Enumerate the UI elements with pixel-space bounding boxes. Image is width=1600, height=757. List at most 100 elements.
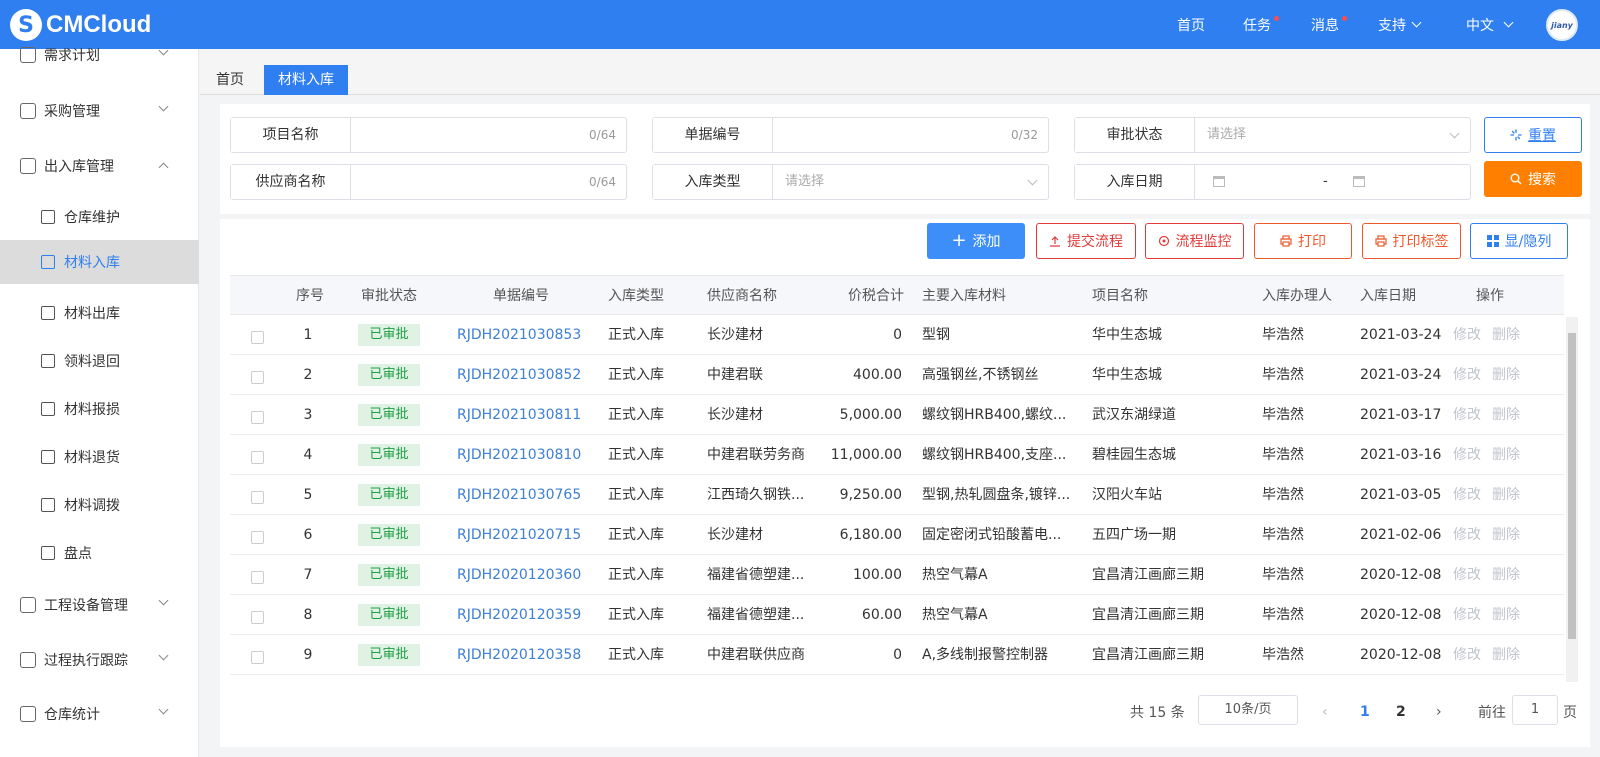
sidebar-subitem-refund[interactable]: 材料退货 — [0, 435, 199, 479]
toggle-columns-label: 显/隐列 — [1504, 234, 1552, 250]
delete-link[interactable]: 删除 — [1492, 435, 1522, 475]
print-button[interactable]: 打印 — [1254, 223, 1352, 259]
cell-doc[interactable]: RJDH2021030765 — [457, 475, 587, 515]
delete-link[interactable]: 删除 — [1492, 515, 1522, 555]
table-row[interactable]: 已审批 4 RJDH2021030810 正式入库 中建君联劳务商 11,000.00 螺纹… — [230, 435, 1564, 475]
table-row[interactable]: 已审批 8 RJDH2020120359 正式入库 福建省德塑建... 60.00 热空气幕… — [230, 595, 1564, 635]
row-checkbox[interactable] — [251, 491, 264, 504]
sidebar-item-inout[interactable]: 出入库管理 — [0, 144, 199, 188]
table-row[interactable]: 已审批 5 RJDH2021030765 正式入库 江西琦久钢铁... 9,250.00 型… — [230, 475, 1564, 515]
table-row[interactable]: 已审批 7 RJDH2020120360 正式入库 福建省德塑建... 100.00 热空气… — [230, 555, 1564, 595]
submit-flow-button[interactable]: 提交流程 — [1036, 223, 1136, 259]
tab-home[interactable]: 首页 — [202, 65, 258, 95]
cell-doc[interactable]: RJDH2020120358 — [457, 635, 587, 675]
nav-support[interactable]: 支持 — [1378, 0, 1406, 49]
date-range-value[interactable]: - — [1195, 165, 1470, 199]
nav-home[interactable]: 首页 — [1177, 0, 1205, 49]
row-checkbox[interactable] — [251, 531, 264, 544]
sidebar-item-demand-plan[interactable]: 需求计划 — [0, 33, 199, 77]
row-checkbox[interactable] — [251, 611, 264, 624]
cell-doc[interactable]: RJDH2021030852 — [457, 355, 587, 395]
cell-doc[interactable]: RJDH2020120359 — [457, 595, 587, 635]
row-checkbox[interactable] — [251, 651, 264, 664]
edit-link[interactable]: 修改 — [1453, 395, 1483, 435]
sidebar-subitem-material-in[interactable]: 材料入库 — [0, 240, 199, 284]
sidebar-item-purchase[interactable]: 采购管理 — [0, 89, 199, 133]
nav-messages[interactable]: 消息 — [1311, 0, 1339, 49]
edit-link[interactable]: 修改 — [1453, 595, 1483, 635]
in-type-value[interactable]: 请选择 — [773, 165, 1048, 199]
sidebar-subitem-return[interactable]: 领料退回 — [0, 339, 199, 383]
row-checkbox[interactable] — [251, 331, 264, 344]
approval-status-value[interactable]: 请选择 — [1195, 118, 1470, 152]
next-page-icon[interactable]: › — [1436, 695, 1442, 729]
table-row[interactable]: 已审批 6 RJDH2021020715 正式入库 长沙建材 6,180.00 固定密闭式铅… — [230, 515, 1564, 555]
delete-link[interactable]: 删除 — [1492, 595, 1522, 635]
approval-status-select[interactable]: 审批状态 请选择 — [1074, 117, 1471, 153]
doc-no-input[interactable]: 0/32 — [773, 118, 1048, 152]
sidebar-subitem-material-out[interactable]: 材料出库 — [0, 291, 199, 335]
edit-link[interactable]: 修改 — [1453, 435, 1483, 475]
sidebar-item-statistics[interactable]: 仓库统计 — [0, 692, 199, 736]
in-date-range[interactable]: 入库日期 - — [1074, 164, 1471, 200]
sidebar-subitem-inventory[interactable]: 盘点 — [0, 531, 199, 575]
toggle-columns-button[interactable]: 显/隐列 — [1470, 223, 1568, 259]
row-checkbox[interactable] — [251, 411, 264, 424]
edit-link[interactable]: 修改 — [1453, 355, 1483, 395]
edit-link[interactable]: 修改 — [1453, 555, 1483, 595]
chevron-down-icon[interactable] — [1411, 0, 1422, 49]
scrollbar-thumb[interactable] — [1568, 333, 1576, 639]
page-size-select[interactable]: 10条/页 — [1198, 695, 1298, 725]
page-2[interactable]: 2 — [1396, 695, 1406, 729]
supplier-input[interactable]: 0/64 — [351, 165, 626, 199]
sidebar-item-tracking[interactable]: 过程执行跟踪 — [0, 638, 199, 682]
sidebar-subitem-warehouse-maintain[interactable]: 仓库维护 — [0, 195, 199, 239]
print-label-button[interactable]: 打印标签 — [1362, 223, 1461, 259]
table-scrollbar[interactable] — [1566, 317, 1578, 682]
row-checkbox[interactable] — [251, 571, 264, 584]
avatar[interactable]: jiany — [1546, 9, 1578, 41]
delete-link[interactable]: 删除 — [1492, 475, 1522, 515]
in-type-select[interactable]: 入库类型 请选择 — [652, 164, 1049, 200]
delete-link[interactable]: 删除 — [1492, 555, 1522, 595]
edit-link[interactable]: 修改 — [1453, 635, 1483, 675]
prev-page-icon[interactable]: ‹ — [1322, 695, 1328, 729]
edit-link[interactable]: 修改 — [1453, 515, 1483, 555]
row-checkbox[interactable] — [251, 451, 264, 464]
delete-link[interactable]: 删除 — [1492, 315, 1522, 355]
sidebar-subitem-transfer[interactable]: 材料调拨 — [0, 483, 199, 527]
cell-doc[interactable]: RJDH2021030811 — [457, 395, 587, 435]
reset-button[interactable]: 重置 — [1484, 117, 1582, 153]
table-row[interactable]: 已审批 3 RJDH2021030811 正式入库 长沙建材 5,000.00 螺纹钢HRB… — [230, 395, 1564, 435]
edit-link[interactable]: 修改 — [1453, 475, 1483, 515]
delete-link[interactable]: 删除 — [1492, 355, 1522, 395]
doc-no-field[interactable]: 单据编号 0/32 — [652, 117, 1049, 153]
edit-link[interactable]: 修改 — [1453, 315, 1483, 355]
chevron-down-icon[interactable] — [1503, 0, 1514, 49]
page-1[interactable]: 1 — [1360, 695, 1370, 729]
nav-language[interactable]: 中文 — [1466, 0, 1494, 49]
row-checkbox[interactable] — [251, 371, 264, 384]
search-button[interactable]: 搜索 — [1484, 161, 1582, 197]
delete-link[interactable]: 删除 — [1492, 395, 1522, 435]
cell-doc[interactable]: RJDH2020120360 — [457, 555, 587, 595]
nav-tasks[interactable]: 任务 — [1243, 0, 1271, 49]
sidebar-item-equipment[interactable]: 工程设备管理 — [0, 583, 199, 627]
table-row[interactable]: 已审批 9 RJDH2020120358 正式入库 中建君联供应商 0 A,多线制报警控制器… — [230, 635, 1564, 675]
table-row[interactable]: 已审批 2 RJDH2021030852 正式入库 中建君联 400.00 高强钢丝,不锈钢… — [230, 355, 1564, 395]
supplier-field[interactable]: 供应商名称 0/64 — [230, 164, 627, 200]
sidebar-subitem-damage[interactable]: 材料报损 — [0, 387, 199, 431]
cell-doc[interactable]: RJDH2021020715 — [457, 515, 587, 555]
cell-doc[interactable]: RJDH2021030810 — [457, 435, 587, 475]
project-name-field[interactable]: 项目名称 0/64 — [230, 117, 627, 153]
goto-page-input[interactable]: 1 — [1512, 695, 1558, 725]
tab-material-in[interactable]: 材料入库 — [264, 65, 348, 95]
date-separator: - — [1323, 174, 1328, 189]
flow-monitor-button[interactable]: 流程监控 — [1145, 223, 1244, 259]
add-button[interactable]: + 添加 — [927, 223, 1025, 259]
delete-link[interactable]: 删除 — [1492, 635, 1522, 675]
project-name-input[interactable]: 0/64 — [351, 118, 626, 152]
cell-doc[interactable]: RJDH2021030853 — [457, 315, 587, 355]
cell-type: 正式入库 — [608, 607, 664, 623]
table-row[interactable]: 已审批 1 RJDH2021030853 正式入库 长沙建材 0 型钢 华中生态城 毕浩然 202… — [230, 315, 1564, 355]
